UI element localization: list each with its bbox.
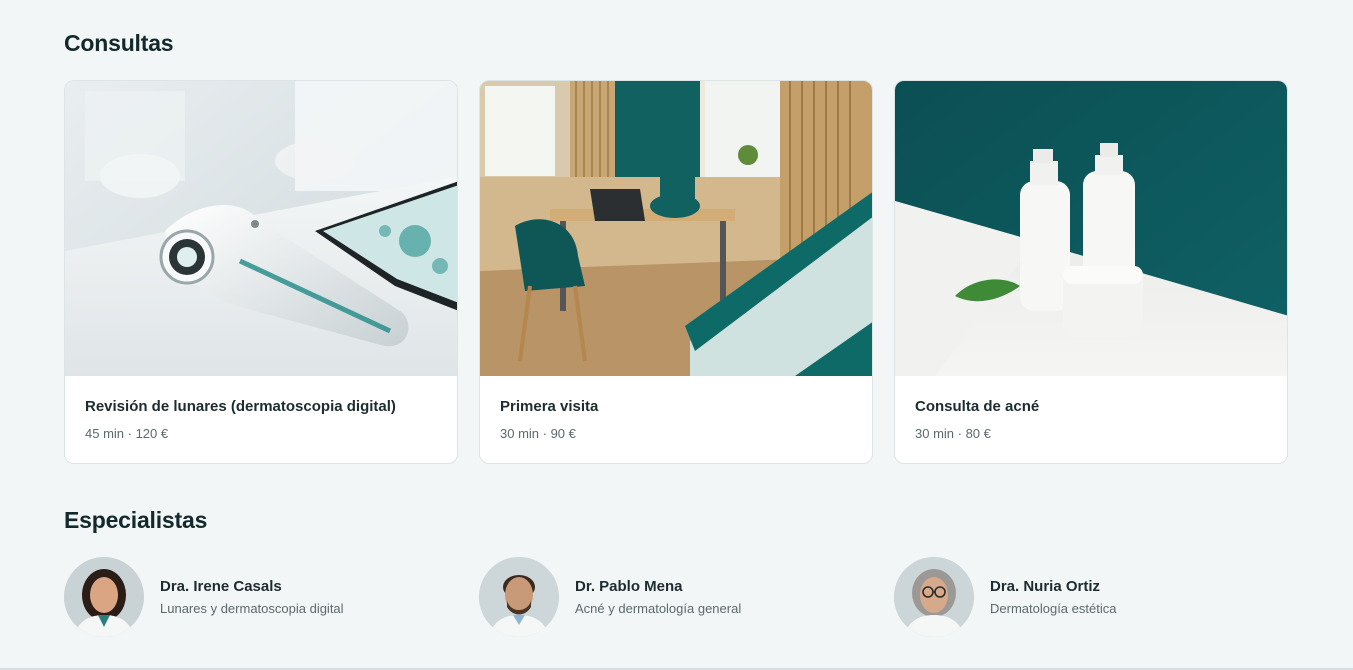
specialist-name: Dr. Pablo Mena xyxy=(575,578,683,595)
consulta-meta: 30 min · 80 € xyxy=(915,426,991,441)
avatar xyxy=(64,557,144,637)
skincare-bottles-photo xyxy=(895,81,1287,376)
specialist-specialty: Lunares y dermatoscopia digital xyxy=(160,601,344,616)
specialist-nuria-ortiz[interactable]: Dra. Nuria Ortiz Dermatología estética xyxy=(894,557,1274,637)
consulta-title: Primera visita xyxy=(500,398,599,415)
page: Consultas Revisión de lunares (dermatosc… xyxy=(0,0,1353,670)
avatar xyxy=(894,557,974,637)
especialistas-heading: Especialistas xyxy=(64,507,208,533)
avatar xyxy=(479,557,559,637)
consulta-card-acne[interactable]: Consulta de acné 30 min · 80 € xyxy=(894,80,1288,464)
consulta-card-primera-visita[interactable]: Primera visita 30 min · 90 € xyxy=(479,80,873,464)
consulta-title: Consulta de acné xyxy=(915,398,1040,415)
specialist-name: Dra. Nuria Ortiz xyxy=(990,578,1101,595)
specialist-pablo-mena[interactable]: Dr. Pablo Mena Acné y dermatología gener… xyxy=(479,557,859,637)
specialist-specialty: Dermatología estética xyxy=(990,601,1117,616)
consulta-card-revision-lunares[interactable]: Revisión de lunares (dermatoscopia digit… xyxy=(64,80,458,464)
specialist-irene-casals[interactable]: Dra. Irene Casals Lunares y dermatoscopi… xyxy=(64,557,444,637)
specialist-name: Dra. Irene Casals xyxy=(160,578,282,595)
consulta-title: Revisión de lunares (dermatoscopia digit… xyxy=(85,398,396,415)
consulta-meta: 30 min · 90 € xyxy=(500,426,576,441)
consultation-room-photo xyxy=(480,81,872,376)
consulta-meta: 45 min · 120 € xyxy=(85,426,169,441)
dermatoscope-photo xyxy=(65,81,457,376)
consultas-heading: Consultas xyxy=(64,30,174,56)
specialist-specialty: Acné y dermatología general xyxy=(575,601,742,616)
